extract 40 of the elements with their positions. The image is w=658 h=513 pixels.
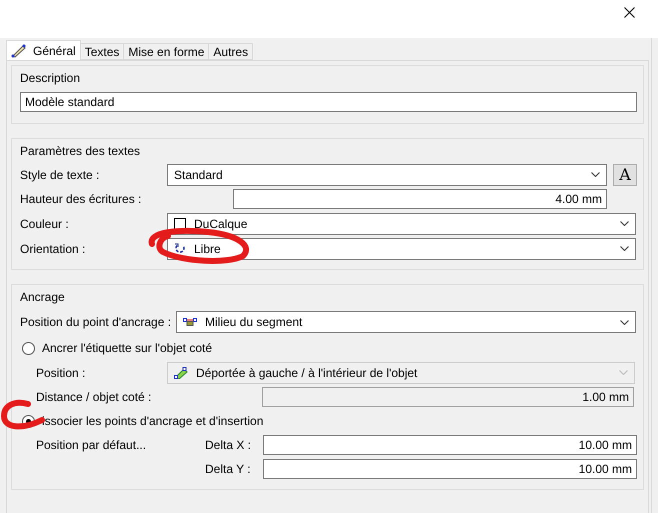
color-dropdown[interactable]: DuCalque [167,212,636,234]
text-style-dropdown[interactable]: Standard [167,164,608,186]
field-label: Position par défaut... [36,438,148,452]
tab[interactable]: Général [6,40,81,60]
orientation-dropdown[interactable]: Libre [167,238,636,260]
segment-midpoint-icon [183,317,197,327]
field-label: Delta Y : [205,462,252,476]
anchor-point-dropdown[interactable]: Milieu du segment [176,311,636,333]
radio-button[interactable] [22,342,35,354]
radio-label[interactable]: Ancrer l'étiquette sur l'objet coté [42,341,212,355]
chevron-down-icon [620,221,629,226]
field-label: Style de texte : [20,168,100,182]
color-swatch [174,218,186,230]
delta-x-field[interactable]: 10.00 mm [263,435,637,455]
tab[interactable]: Textes [80,43,124,60]
close-icon [624,6,634,18]
tab[interactable]: Mise en forme [123,43,210,60]
description-field[interactable]: Modèle standard [20,92,637,112]
field-label: Distance / objet coté : [36,390,152,404]
delta-y-field[interactable]: 10.00 mm [263,459,637,479]
field-label: Couleur : [20,216,70,230]
field-label: Position : [36,366,86,380]
chevron-down-icon [620,246,629,251]
group-legend: Description [20,71,637,85]
text-height-field[interactable]: 4.00 mm [233,189,607,209]
radio-label[interactable]: issocier les points d'ancrage et d'insertion [42,414,264,428]
chevron-down-icon [620,320,629,324]
field-label: Orientation : [20,242,86,256]
text-style-button[interactable]: A [613,164,637,186]
group-legend: Paramètres des textes [20,144,637,158]
tab[interactable]: Autres [208,43,254,60]
chevron-down-icon [591,172,600,177]
rotate-icon [174,242,186,254]
field-label: Hauteur des écritures : [20,192,142,206]
pencil-icon [11,44,27,58]
chevron-down-icon [619,370,628,375]
field-label: Delta X : [205,438,252,452]
label-position-icon [174,366,188,378]
group-legend: Ancrage [20,290,637,304]
field-label: Position du point d'ancrage : [20,315,172,329]
